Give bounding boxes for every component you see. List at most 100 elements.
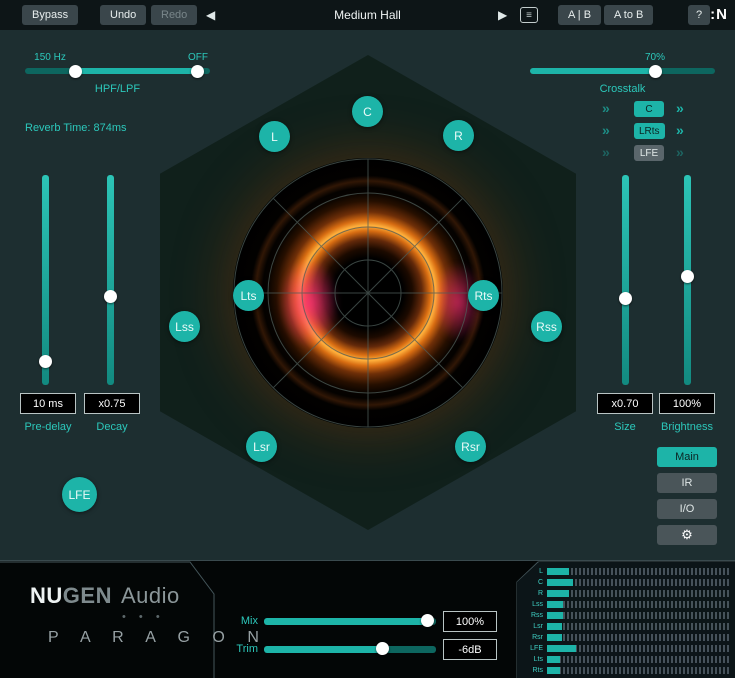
- routing-lfe-button[interactable]: LFE: [634, 145, 664, 161]
- brand-gen: GEN: [63, 583, 112, 608]
- predelay-slider-track[interactable]: [42, 175, 49, 385]
- meter-row: R: [517, 588, 730, 599]
- mix-knob[interactable]: [421, 614, 434, 627]
- ab-compare-button[interactable]: A | B: [558, 5, 601, 25]
- meter-label: Lss: [517, 601, 547, 608]
- crosstalk-value: 70%: [630, 52, 680, 63]
- routing-lrts-button[interactable]: LRts: [634, 123, 665, 139]
- crosstalk-knob[interactable]: [649, 65, 662, 78]
- hpf-knob[interactable]: [69, 65, 82, 78]
- predelay-label: Pre-delay: [20, 421, 76, 433]
- view-io-button[interactable]: I/O: [657, 499, 717, 519]
- trim-knob[interactable]: [376, 642, 389, 655]
- next-preset-icon[interactable]: ▶: [498, 8, 507, 22]
- crosstalk-label: Crosstalk: [560, 83, 685, 95]
- lpf-knob[interactable]: [191, 65, 204, 78]
- meter-row: Lts: [517, 654, 730, 665]
- size-knob[interactable]: [619, 292, 632, 305]
- previous-preset-icon[interactable]: ◀: [206, 8, 215, 22]
- meter-bar: [547, 656, 730, 663]
- bypass-button[interactable]: Bypass: [22, 5, 78, 25]
- brightness-value-box[interactable]: 100%: [659, 393, 715, 414]
- meter-row: Rss: [517, 610, 730, 621]
- brightness-label: Brightness: [645, 421, 729, 433]
- meter-label: Rsr: [517, 634, 547, 641]
- channel-node-rss[interactable]: Rss: [531, 311, 562, 342]
- meter-row: LFE: [517, 643, 730, 654]
- meter-row: L: [517, 566, 730, 577]
- meter-label: C: [517, 579, 547, 586]
- meter-row: C: [517, 577, 730, 588]
- decay-slider-track[interactable]: [107, 175, 114, 385]
- crosstalk-slider-track[interactable]: [530, 68, 715, 74]
- channel-node-rsr[interactable]: Rsr: [455, 431, 486, 462]
- mix-value-box[interactable]: 100%: [443, 611, 497, 632]
- preset-name[interactable]: Medium Hall: [334, 8, 401, 22]
- output-meters-panel: L C R Lss Rss Lsr Rsr LFE Lts Rts: [517, 562, 735, 678]
- meter-bar: [547, 623, 730, 630]
- hpf-lpf-slider-track[interactable]: [25, 68, 210, 74]
- dots-decoration: • • •: [122, 611, 165, 623]
- hpf-lpf-label: HPF/LPF: [25, 83, 210, 95]
- chevron-right-icon[interactable]: »: [602, 100, 610, 116]
- meter-fill: [547, 590, 569, 597]
- mix-label: Mix: [232, 615, 258, 627]
- brightness-knob[interactable]: [681, 270, 694, 283]
- channel-node-l[interactable]: L: [259, 121, 290, 152]
- chevron-right-icon[interactable]: »: [676, 122, 684, 138]
- brand-nu: NU: [30, 583, 63, 608]
- channel-node-lts[interactable]: Lts: [233, 280, 264, 311]
- meter-fill: [547, 601, 563, 608]
- trim-label: Trim: [232, 643, 258, 655]
- routing-c-button[interactable]: C: [634, 101, 664, 117]
- help-button[interactable]: ?: [688, 5, 710, 25]
- meter-bar: [547, 601, 730, 608]
- decay-value-box[interactable]: x0.75: [84, 393, 140, 414]
- undo-button[interactable]: Undo: [100, 5, 146, 25]
- reverb-time-readout: Reverb Time: 874ms: [25, 122, 126, 134]
- decay-knob[interactable]: [104, 290, 117, 303]
- redo-button[interactable]: Redo: [151, 5, 197, 25]
- chevron-right-icon[interactable]: »: [602, 122, 610, 138]
- channel-node-c[interactable]: C: [352, 96, 383, 127]
- preset-menu-icon[interactable]: ≡: [520, 7, 538, 23]
- meter-row: Rts: [517, 665, 730, 676]
- meter-bar: [547, 579, 730, 586]
- predelay-value-box[interactable]: 10 ms: [20, 393, 76, 414]
- meter-fill: [547, 623, 562, 630]
- meter-label: Rss: [517, 612, 547, 619]
- meter-label: Lsr: [517, 623, 547, 630]
- a-to-b-button[interactable]: A to B: [604, 5, 653, 25]
- meter-fill: [547, 568, 569, 575]
- chevron-right-icon[interactable]: »: [676, 100, 684, 116]
- meter-row: Lsr: [517, 621, 730, 632]
- meter-label: R: [517, 590, 547, 597]
- chevron-right-icon[interactable]: »: [602, 144, 610, 160]
- settings-gear-icon[interactable]: ⚙: [657, 525, 717, 545]
- size-value-box[interactable]: x0.70: [597, 393, 653, 414]
- chevron-right-icon[interactable]: »: [676, 144, 684, 160]
- size-slider-track[interactable]: [622, 175, 629, 385]
- brand-audio: Audio: [121, 583, 180, 608]
- channel-node-lss[interactable]: Lss: [169, 311, 200, 342]
- meter-bar: [547, 590, 730, 597]
- meter-bar: [547, 568, 730, 575]
- meter-bar: [547, 667, 730, 674]
- title-bar: Bypass Undo Redo ◀ Medium Hall ▶ ≡ A | B…: [0, 0, 735, 30]
- channel-node-lfe[interactable]: LFE: [62, 477, 97, 512]
- trim-slider-track[interactable]: [264, 646, 436, 653]
- channel-node-r[interactable]: R: [443, 120, 474, 151]
- meter-bar: [547, 612, 730, 619]
- meter-bar: [547, 645, 730, 652]
- trim-value-box[interactable]: -6dB: [443, 639, 497, 660]
- channel-node-rts[interactable]: Rts: [468, 280, 499, 311]
- meter-label: L: [517, 568, 547, 575]
- predelay-knob[interactable]: [39, 355, 52, 368]
- view-ir-button[interactable]: IR: [657, 473, 717, 493]
- mix-slider-track[interactable]: [264, 618, 436, 625]
- channel-node-lsr[interactable]: Lsr: [246, 431, 277, 462]
- radar-grid: [233, 158, 503, 428]
- meter-fill: [547, 634, 562, 641]
- decay-label: Decay: [84, 421, 140, 433]
- view-main-button[interactable]: Main: [657, 447, 717, 467]
